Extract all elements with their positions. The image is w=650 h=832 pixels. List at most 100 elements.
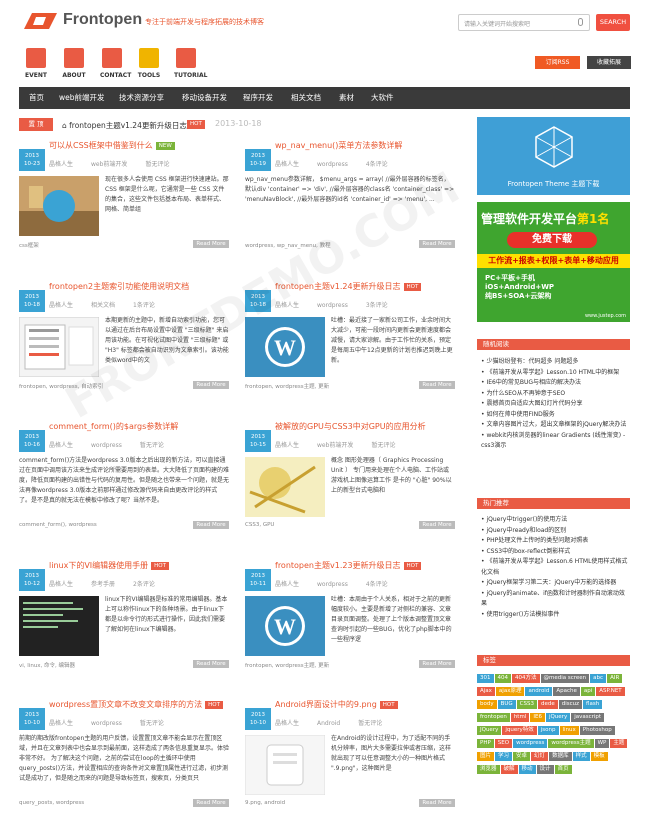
post-category[interactable]: Android bbox=[317, 720, 340, 727]
sticky-post-link[interactable]: ⌂ frontopen主题v1.24更新升级日志 bbox=[62, 120, 187, 131]
post-tags[interactable]: vi, linux, 命令, 编辑器 bbox=[19, 661, 75, 669]
post-category[interactable]: web前端开发 bbox=[317, 442, 353, 449]
post-title-text[interactable]: comment_form()的$args参数详解 bbox=[49, 422, 178, 431]
theme-download-banner[interactable]: Frontopen Theme 主题下载 bbox=[477, 117, 630, 195]
tag-link[interactable]: JQuery bbox=[477, 726, 502, 735]
tag-link[interactable]: Apache bbox=[553, 687, 580, 696]
search-input[interactable]: 请输入关键词开始搜索吧 bbox=[458, 14, 590, 31]
hot-recommend-item[interactable]: jQuery中ready和load的区别 bbox=[481, 526, 629, 537]
hot-recommend-item[interactable]: jQuery框架学习第二天：jQuery中万能的选择器 bbox=[481, 578, 629, 589]
tag-link[interactable]: dede bbox=[538, 700, 558, 709]
logo-text[interactable]: Frontopen bbox=[63, 11, 142, 29]
tag-link[interactable]: 主题 bbox=[610, 739, 628, 748]
nav-item-5[interactable]: 相关文档 bbox=[291, 87, 321, 109]
tag-link[interactable]: 移动 bbox=[518, 765, 536, 774]
tag-link[interactable]: html bbox=[510, 713, 530, 722]
post-title[interactable]: wp_nav_menu()菜单方法参数详解 bbox=[275, 140, 402, 151]
post-tags[interactable]: css框架 bbox=[19, 241, 39, 249]
read-more-button[interactable]: Read More bbox=[193, 660, 229, 668]
tag-link[interactable]: IE6 bbox=[530, 713, 545, 722]
random-read-item[interactable]: 少猫纷纷登有：代码超多 问题超多 bbox=[481, 357, 629, 368]
post-title-text[interactable]: 可以从CSS框架中借鉴到什么 bbox=[49, 141, 153, 150]
tag-link[interactable]: linux bbox=[559, 726, 579, 735]
post-tags[interactable]: wordpress, wp_nav_menu, 教程 bbox=[245, 241, 331, 249]
post-tags[interactable]: comment_form(), wordpress bbox=[19, 522, 97, 528]
quick-link-tutorial[interactable]: TUTORIAL bbox=[174, 48, 207, 79]
post-thumbnail[interactable] bbox=[245, 734, 326, 796]
hot-recommend-item[interactable]: 《前端开发从零学起》Lesson.6 HTML使用样式格式化文档 bbox=[481, 557, 629, 578]
post-comments[interactable]: 暂无评论 bbox=[140, 442, 164, 449]
post-tags[interactable]: frontopen, wordpress, 自动索引 bbox=[19, 382, 103, 390]
subscribe-rss-button[interactable]: 订阅RSS bbox=[535, 56, 580, 69]
tag-link[interactable]: 301 bbox=[477, 674, 494, 683]
post-title[interactable]: frontopen2主题索引功能使用说明文档 bbox=[49, 281, 189, 292]
post-author[interactable]: 晶格人生 bbox=[275, 161, 299, 168]
nav-item-4[interactable]: 程序开发 bbox=[243, 87, 273, 109]
search-button[interactable]: SEARCH bbox=[596, 14, 630, 31]
tag-link[interactable]: 图片 bbox=[477, 752, 495, 761]
tag-link[interactable]: jsonp bbox=[537, 726, 559, 735]
post-comments[interactable]: 4条评论 bbox=[366, 581, 388, 588]
post-title-text[interactable]: frontopen主题v1.23更新升级日志 bbox=[275, 561, 401, 570]
post-author[interactable]: 晶格人生 bbox=[49, 720, 73, 727]
post-tags[interactable]: frontopen, wordpress主题, 更新 bbox=[245, 661, 329, 669]
read-more-button[interactable]: Read More bbox=[419, 240, 455, 248]
nav-item-2[interactable]: 技术资源分享 bbox=[119, 87, 164, 109]
hot-recommend-item[interactable]: jQuery的animate、if函数和计时器制作自动滚动效果 bbox=[481, 589, 629, 610]
hot-recommend-item[interactable]: jQuery中trigger()的使用方法 bbox=[481, 515, 629, 526]
tag-link[interactable]: BUG bbox=[497, 700, 516, 709]
post-comments[interactable]: 暂无评论 bbox=[140, 720, 164, 727]
tag-link[interactable]: 浏览器 bbox=[477, 765, 500, 774]
post-title-text[interactable]: frontopen2主题索引功能使用说明文档 bbox=[49, 282, 189, 291]
quick-link-tools[interactable]: TOOLS bbox=[137, 48, 161, 79]
post-title-text[interactable]: Android界面设计中的9.png bbox=[275, 700, 377, 709]
nav-item-3[interactable]: 移动设备开发 bbox=[182, 87, 227, 109]
hot-recommend-item[interactable]: PHP处理文件上传时的类型问题对照表 bbox=[481, 536, 629, 547]
tag-link[interactable]: CSS3 bbox=[516, 700, 537, 709]
post-tags[interactable]: query_posts, wordpress bbox=[19, 800, 84, 806]
read-more-button[interactable]: Read More bbox=[193, 521, 229, 529]
post-category[interactable]: web前端开发 bbox=[91, 161, 127, 168]
post-category[interactable]: 参考手册 bbox=[91, 581, 115, 588]
tag-link[interactable]: Ajax bbox=[477, 687, 495, 696]
post-tags[interactable]: frontopen, wordpress主题, 更新 bbox=[245, 382, 329, 390]
quick-link-event[interactable]: EVENT bbox=[24, 48, 48, 79]
read-more-button[interactable]: Read More bbox=[193, 799, 229, 807]
random-read-item[interactable]: 为什么SEO从不再钟意于SEO bbox=[481, 389, 629, 400]
post-comments[interactable]: 暂无评论 bbox=[358, 720, 382, 727]
post-author[interactable]: 晶格人生 bbox=[49, 442, 73, 449]
post-title-text[interactable]: wp_nav_menu()菜单方法参数详解 bbox=[275, 141, 402, 150]
post-category[interactable]: wordpress bbox=[91, 442, 122, 449]
post-title-text[interactable]: frontopen主题v1.24更新升级日志 bbox=[275, 282, 401, 291]
tag-link[interactable]: ASP.NET bbox=[596, 687, 625, 696]
tag-link[interactable]: android bbox=[525, 687, 553, 696]
tag-link[interactable]: frontopen bbox=[477, 713, 510, 722]
post-author[interactable]: 晶格人生 bbox=[49, 581, 73, 588]
post-tags[interactable]: 9.png, android bbox=[245, 800, 285, 806]
tag-link[interactable]: @media screen bbox=[540, 674, 590, 683]
post-thumbnail[interactable] bbox=[19, 176, 99, 236]
tag-link[interactable]: api bbox=[580, 687, 596, 696]
post-tags[interactable]: CSS3, GPU bbox=[245, 522, 274, 528]
tag-link[interactable]: 模板 bbox=[590, 752, 608, 761]
random-read-item[interactable]: 《前端开发从零学起》Lesson.10 HTML中的框架 bbox=[481, 368, 629, 379]
tag-link[interactable]: PHP bbox=[477, 739, 494, 748]
tag-link[interactable]: jquery特效 bbox=[502, 726, 537, 735]
post-author[interactable]: 晶格人生 bbox=[275, 581, 299, 588]
post-thumbnail[interactable] bbox=[245, 457, 325, 517]
microphone-icon[interactable] bbox=[578, 18, 583, 26]
tag-link[interactable]: flash bbox=[583, 700, 603, 709]
hot-recommend-item[interactable]: CSS3中的box-reflect倒影样式 bbox=[481, 547, 629, 558]
post-comments[interactable]: 暂无评论 bbox=[371, 442, 395, 449]
post-title[interactable]: comment_form()的$args参数详解 bbox=[49, 421, 178, 432]
post-title[interactable]: frontopen主题v1.24更新升级日志 HOT bbox=[275, 281, 422, 292]
post-title-text[interactable]: 被解放的GPU与CSS3中对GPU的应用分析 bbox=[275, 422, 426, 431]
tag-link[interactable]: 404方法 bbox=[512, 674, 540, 683]
post-title[interactable]: wordpress置顶文章不改变文章排序的方法 HOT bbox=[49, 699, 223, 710]
post-title[interactable]: 可以从CSS框架中借鉴到什么 NEW bbox=[49, 140, 175, 151]
tag-link[interactable]: wordpress bbox=[513, 739, 548, 748]
post-author[interactable]: 晶格人生 bbox=[49, 161, 73, 168]
post-comments[interactable]: 1条评论 bbox=[133, 302, 155, 309]
hot-recommend-item[interactable]: 使用trigger()方法模拟事件 bbox=[481, 610, 629, 621]
tag-link[interactable]: Photoshop bbox=[579, 726, 615, 735]
